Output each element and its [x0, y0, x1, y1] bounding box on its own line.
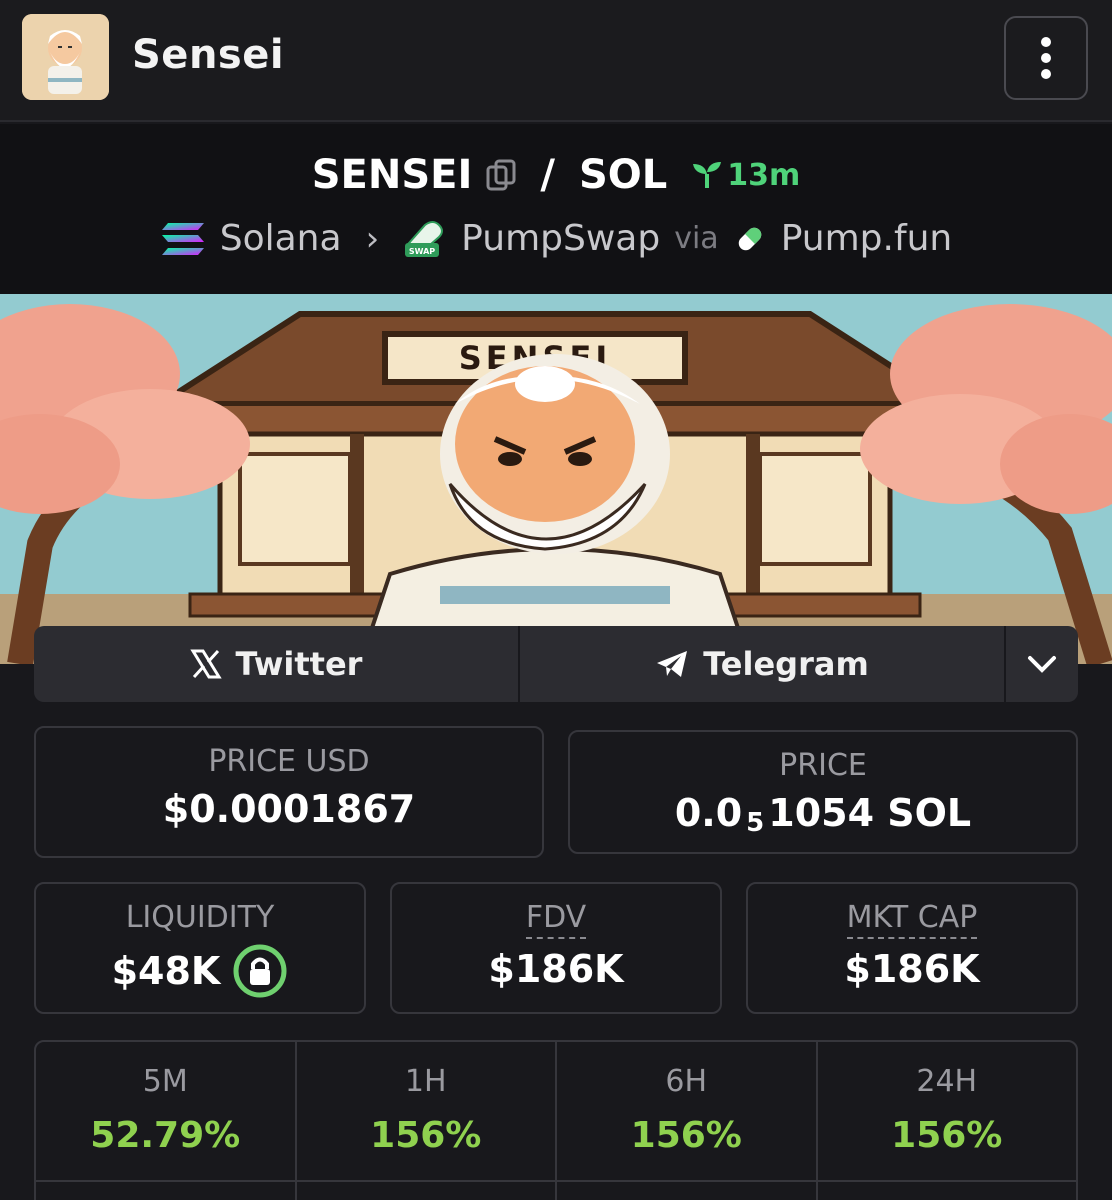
- chevron-right-icon: ›: [365, 218, 380, 259]
- pair-age-value: 13m: [727, 157, 801, 193]
- change-cell-1h[interactable]: 1H 156%: [297, 1042, 557, 1200]
- fdv-label[interactable]: FDV: [525, 900, 587, 939]
- sensei-avatar-icon: [22, 14, 109, 100]
- price-native-label: PRICE: [779, 748, 867, 783]
- token-banner-image: SENSEI: [0, 294, 1112, 664]
- pair-slash: /: [540, 152, 555, 198]
- menu-dot-icon: [1041, 69, 1051, 79]
- pair-header: SENSEI / SOL 13m Solana › SWAP PumpSwap …: [0, 124, 1112, 294]
- copy-icon[interactable]: [486, 159, 516, 191]
- price-usd-value: $0.0001867: [162, 787, 416, 831]
- fdv-value: $186K: [488, 947, 624, 991]
- chain-name[interactable]: Solana: [220, 218, 342, 259]
- change-percent-value: 156%: [630, 1115, 742, 1156]
- liquidity-value: $48K: [111, 949, 221, 993]
- price-usd-label: PRICE USD: [208, 744, 370, 779]
- solana-icon: [161, 222, 204, 255]
- top-bar: Sensei: [0, 0, 1112, 122]
- telegram-button[interactable]: Telegram: [520, 626, 1006, 702]
- telegram-label: Telegram: [703, 645, 869, 683]
- svg-text:SWAP: SWAP: [409, 247, 435, 256]
- mkt-cap-label[interactable]: MKT CAP: [846, 900, 978, 939]
- base-symbol: SENSEI: [311, 152, 473, 198]
- twitter-button[interactable]: Twitter: [34, 626, 520, 702]
- social-links-bar: Twitter Telegram: [34, 626, 1078, 702]
- change-cell-24h[interactable]: 24H 156%: [818, 1042, 1077, 1200]
- price-native-value: 0.0 5 1054 SOL: [570, 791, 1076, 838]
- change-percent-value: 52.79%: [90, 1115, 241, 1156]
- telegram-icon: [657, 651, 688, 677]
- price-suffix: 1054 SOL: [768, 791, 972, 835]
- mkt-cap-card: MKT CAP $186K: [746, 882, 1078, 1014]
- via-label: via: [674, 221, 719, 256]
- change-cell-5m[interactable]: 5M 52.79%: [36, 1042, 297, 1200]
- price-prefix: 0.0: [674, 791, 743, 835]
- price-change-table: 5M 52.79% 1H 156% 6H 156% 24H 156%: [34, 1040, 1078, 1200]
- change-percent-value: 156%: [370, 1115, 482, 1156]
- pill-icon: [738, 227, 761, 250]
- chevron-down-icon: [1028, 656, 1056, 673]
- menu-dot-icon: [1041, 37, 1051, 47]
- pair-age: 13m: [691, 158, 800, 193]
- quote-symbol: SOL: [578, 152, 668, 198]
- launchpad-name[interactable]: Pump.fun: [781, 218, 953, 259]
- change-period-label: 24H: [916, 1064, 978, 1099]
- menu-dot-icon: [1041, 53, 1051, 63]
- more-links-button[interactable]: [1006, 626, 1078, 702]
- liquidity-label: LIQUIDITY: [125, 900, 275, 935]
- x-logo-icon: [189, 649, 222, 679]
- sensei-dojo-illustration: SENSEI: [0, 294, 1112, 664]
- token-avatar[interactable]: [22, 14, 109, 100]
- sprout-icon: [693, 162, 722, 188]
- price-zero-count: 5: [746, 808, 765, 838]
- change-period-label: 1H: [404, 1064, 447, 1099]
- twitter-label: Twitter: [235, 645, 363, 683]
- mkt-cap-value: $186K: [844, 947, 980, 991]
- change-period-label: 5M: [142, 1064, 188, 1099]
- table-divider: [36, 1180, 1076, 1182]
- chain-breadcrumb: Solana › SWAP PumpSwap via Pump.fun: [0, 218, 1112, 259]
- price-usd-card: PRICE USD $0.0001867: [34, 726, 544, 858]
- app-title: Sensei: [132, 32, 285, 78]
- liquidity-value-row: $48K: [36, 943, 364, 999]
- price-native-card: PRICE 0.0 5 1054 SOL: [568, 730, 1078, 854]
- dex-name[interactable]: PumpSwap: [461, 218, 660, 259]
- lock-icon[interactable]: [232, 943, 288, 999]
- kebab-menu-button[interactable]: [1004, 16, 1088, 100]
- fdv-card: FDV $186K: [390, 882, 722, 1014]
- change-cell-6h[interactable]: 6H 156%: [557, 1042, 818, 1200]
- change-percent-value: 156%: [891, 1115, 1003, 1156]
- liquidity-card: LIQUIDITY $48K: [34, 882, 366, 1014]
- change-period-label: 6H: [665, 1064, 708, 1099]
- pumpswap-icon: SWAP: [405, 220, 444, 257]
- pair-title: SENSEI / SOL 13m: [0, 152, 1112, 198]
